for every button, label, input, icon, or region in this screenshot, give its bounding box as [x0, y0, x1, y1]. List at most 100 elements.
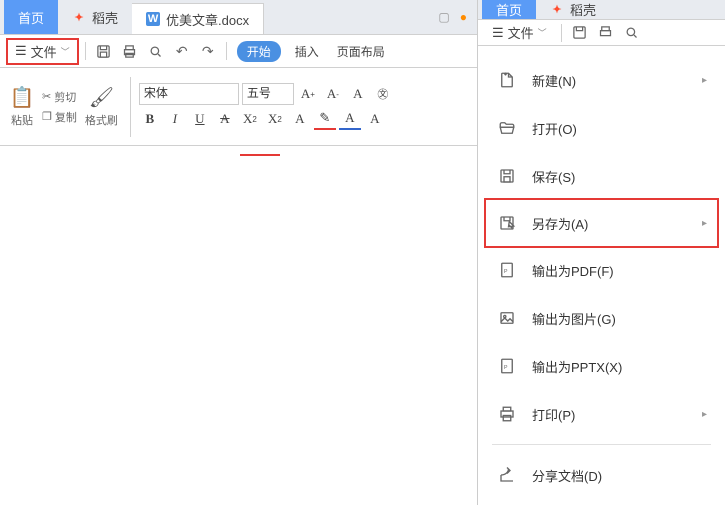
- menu-export-pdf[interactable]: P 输出为PDF(F): [478, 246, 725, 294]
- tab-home[interactable]: 首页: [4, 0, 58, 34]
- tab-document-label: 优美文章.docx: [166, 10, 249, 29]
- scissors-icon: ✂: [42, 90, 51, 103]
- image-icon: [496, 307, 518, 329]
- tab-document[interactable]: W 优美文章.docx: [132, 3, 264, 34]
- chevron-down-icon: ﹀: [61, 45, 70, 58]
- change-case-button[interactable]: A: [347, 83, 369, 105]
- menu-save[interactable]: 保存(S): [478, 152, 725, 200]
- dot-icon[interactable]: ●: [460, 10, 467, 24]
- dao-icon: ✦: [72, 10, 86, 24]
- save-icon: [496, 165, 518, 187]
- tab-doc-controls: ▢ ●: [428, 0, 477, 34]
- file-menu-list: 新建(N) ▸ 打开(O) 保存(S) 另存为(A) ▸ P 输出为PDF(F): [478, 46, 725, 509]
- menu-label: 打开(O): [532, 119, 577, 138]
- copy-label: 复制: [55, 109, 77, 125]
- decrease-font-button[interactable]: A-: [322, 83, 344, 105]
- menu-divider: [492, 444, 711, 445]
- svg-text:P: P: [504, 365, 508, 371]
- font-name-select[interactable]: 宋体: [139, 83, 239, 105]
- menu-open[interactable]: 打开(O): [478, 104, 725, 152]
- clear-formatting-button[interactable]: A: [364, 108, 386, 130]
- menu-label: 打印(P): [532, 405, 575, 424]
- clipboard-mini: ✂ 剪切 ❐ 复制: [42, 89, 77, 125]
- tab-dao-right[interactable]: ✦ 稻壳: [536, 0, 610, 19]
- strikethrough-button[interactable]: A: [214, 108, 236, 130]
- insert-tab[interactable]: 插入: [287, 43, 327, 60]
- tab-bar-left: 首页 ✦ 稻壳 W 优美文章.docx ▢ ●: [0, 0, 477, 35]
- save-icon[interactable]: [568, 21, 592, 45]
- dao-icon: ✦: [550, 3, 564, 17]
- font-color-button[interactable]: A: [339, 108, 361, 130]
- start-tab[interactable]: 开始: [237, 41, 281, 62]
- quick-access-bar: ☰ 文件 ﹀ ↶ ↷ 开始 插入 页面布局: [0, 35, 477, 68]
- increase-font-button[interactable]: A+: [297, 83, 319, 105]
- tab-dao-label: 稻壳: [92, 8, 118, 27]
- menu-label: 分享文档(D): [532, 466, 602, 485]
- bold-button[interactable]: B: [139, 108, 161, 130]
- divider: [130, 77, 131, 137]
- chevron-right-icon: ▸: [702, 409, 707, 420]
- menu-label: 输出为PPTX(X): [532, 357, 622, 376]
- phonetic-guide-button[interactable]: ㉆: [372, 83, 394, 105]
- redo-icon[interactable]: ↷: [196, 39, 220, 63]
- menu-print[interactable]: 打印(P) ▸: [478, 390, 725, 438]
- cursor-marker: [240, 154, 280, 156]
- save-icon[interactable]: [92, 39, 116, 63]
- highlight-color-button[interactable]: ✎: [314, 108, 336, 130]
- hamburger-icon: ☰: [15, 43, 27, 59]
- print-icon[interactable]: [594, 21, 618, 45]
- superscript-button[interactable]: X2: [239, 108, 261, 130]
- divider: [561, 24, 562, 42]
- print-preview-icon[interactable]: [620, 21, 644, 45]
- page-layout-tab[interactable]: 页面布局: [329, 43, 393, 60]
- undo-icon[interactable]: ↶: [170, 39, 194, 63]
- paste-group[interactable]: 📋 粘贴: [6, 84, 38, 130]
- folder-open-icon: [496, 117, 518, 139]
- menu-share[interactable]: 分享文档(D): [478, 451, 725, 499]
- copy-button[interactable]: ❐ 复制: [42, 109, 77, 125]
- font-group: 宋体 五号 A+ A- A ㉆ B I U A X2 X2 A ✎ A: [139, 83, 394, 130]
- italic-button[interactable]: I: [164, 108, 186, 130]
- pptx-icon: P: [496, 355, 518, 377]
- format-painter-group[interactable]: 🖌 格式刷: [81, 84, 122, 130]
- file-menu-button[interactable]: ☰ 文件 ﹀: [6, 38, 79, 65]
- format-painter-label: 格式刷: [85, 112, 118, 128]
- document-canvas[interactable]: [0, 146, 477, 505]
- paste-label: 粘贴: [11, 112, 33, 128]
- copy-icon: ❐: [42, 110, 52, 123]
- tab-dao[interactable]: ✦ 稻壳: [58, 0, 132, 34]
- menu-export-image[interactable]: 输出为图片(G): [478, 294, 725, 342]
- divider: [85, 42, 86, 60]
- font-size-select[interactable]: 五号: [242, 83, 294, 105]
- subscript-button[interactable]: X2: [264, 108, 286, 130]
- menu-label: 输出为图片(G): [532, 309, 616, 328]
- cut-label: 剪切: [54, 89, 76, 105]
- file-label: 文件: [31, 42, 57, 61]
- menu-new[interactable]: 新建(N) ▸: [478, 56, 725, 104]
- pdf-icon: P: [496, 259, 518, 281]
- menu-label: 输出为PDF(F): [532, 261, 614, 280]
- presentation-icon[interactable]: ▢: [438, 10, 449, 24]
- print-preview-icon[interactable]: [144, 39, 168, 63]
- hamburger-icon: ☰: [492, 25, 504, 41]
- file-label-right: 文件: [508, 23, 534, 42]
- tab-dao-label-right: 稻壳: [570, 0, 596, 19]
- new-file-icon: [496, 69, 518, 91]
- menu-label: 保存(S): [532, 167, 575, 186]
- svg-text:P: P: [504, 269, 508, 275]
- file-menu-button-right[interactable]: ☰ 文件 ﹀: [484, 20, 555, 45]
- menu-save-as[interactable]: 另存为(A) ▸: [484, 198, 719, 248]
- print-icon: [496, 403, 518, 425]
- menu-export-pptx[interactable]: P 输出为PPTX(X): [478, 342, 725, 390]
- menu-label: 新建(N): [532, 71, 576, 90]
- cut-button[interactable]: ✂ 剪切: [42, 89, 77, 105]
- chevron-right-icon: ▸: [702, 75, 707, 86]
- divider: [226, 42, 227, 60]
- text-effects-button[interactable]: A: [289, 108, 311, 130]
- tab-home-right[interactable]: 首页: [482, 0, 536, 19]
- print-icon[interactable]: [118, 39, 142, 63]
- menu-label: 另存为(A): [532, 214, 588, 233]
- chevron-right-icon: ▸: [702, 218, 707, 229]
- underline-button[interactable]: U: [189, 108, 211, 130]
- docx-icon: W: [146, 12, 160, 26]
